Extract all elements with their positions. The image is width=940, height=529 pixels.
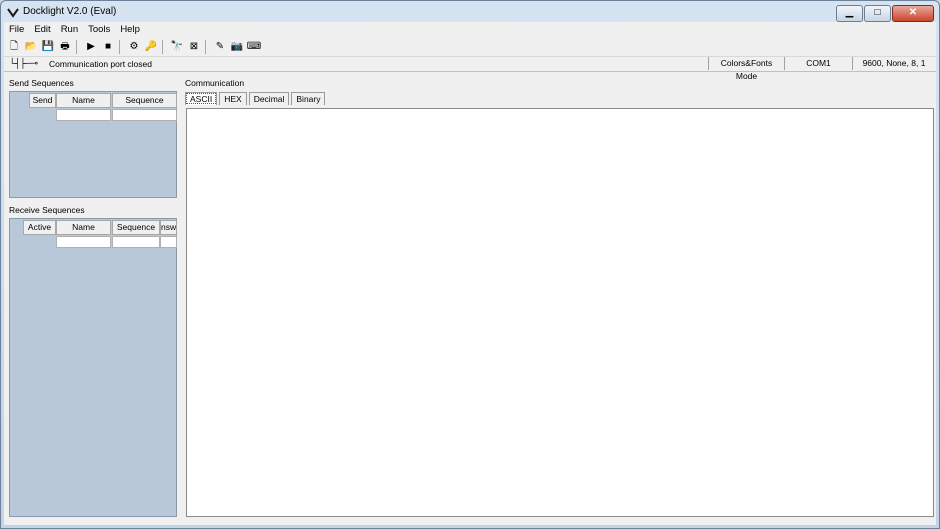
receive-sequence-cell[interactable]: [112, 236, 160, 248]
print-icon[interactable]: 🖶: [58, 40, 72, 54]
maximize-icon: □: [874, 7, 881, 18]
close-icon: ✕: [908, 7, 918, 18]
tab-decimal[interactable]: Decimal: [248, 92, 290, 105]
port-status-text: Communication port closed: [49, 59, 152, 69]
name-column-header[interactable]: Name: [56, 93, 111, 108]
menu-help[interactable]: Help: [115, 22, 145, 37]
tab-hex[interactable]: HEX: [219, 92, 247, 105]
answer-column-header[interactable]: nsw: [160, 220, 177, 235]
minimize-icon: ▁: [845, 7, 854, 18]
open-folder-icon[interactable]: 📂: [24, 40, 38, 54]
port-connection-icon: └┤├─⊸: [9, 58, 38, 68]
receive-sequences-label: Receive Sequences: [9, 205, 85, 215]
keyboard-icon[interactable]: ⌨: [247, 40, 261, 54]
maximize-button[interactable]: □: [864, 5, 891, 22]
send-column-header[interactable]: Send: [29, 93, 56, 108]
receive-name-cell[interactable]: [56, 236, 111, 248]
display-mode-panel: Colors&Fonts Mode: [708, 57, 784, 81]
window-bottom-border: [4, 518, 936, 525]
new-file-icon[interactable]: 🗋: [7, 40, 21, 54]
tab-ascii[interactable]: ASCII: [185, 92, 218, 105]
receive-sequences-grid[interactable]: Active Name Sequence nsw: [9, 218, 177, 517]
menu-edit[interactable]: Edit: [29, 22, 55, 37]
app-logo-icon: [7, 8, 19, 18]
minimize-button[interactable]: ▁: [836, 5, 863, 22]
send-name-cell[interactable]: [56, 109, 111, 121]
key-icon[interactable]: 🔑: [144, 40, 158, 54]
active-column-header[interactable]: Active: [23, 220, 56, 235]
menu-bar: File Edit Run Tools Help: [4, 22, 936, 37]
toolbar-separator: [205, 40, 206, 54]
snapshot-icon[interactable]: 📷: [230, 40, 244, 54]
send-sequences-grid[interactable]: Send Name Sequence: [9, 91, 177, 198]
communication-label: Communication: [185, 78, 245, 88]
settings-icon[interactable]: ⚙: [127, 40, 141, 54]
toolbar-separator: [76, 40, 77, 54]
send-sequences-label: Send Sequences: [9, 78, 74, 88]
communication-tabs: ASCII HEX Decimal Binary: [185, 92, 327, 106]
window-title: Docklight V2.0 (Eval): [23, 6, 117, 17]
edit-icon[interactable]: ✎: [213, 40, 227, 54]
tab-binary[interactable]: Binary: [291, 92, 326, 105]
menu-run[interactable]: Run: [56, 22, 83, 37]
communication-window[interactable]: [186, 108, 934, 517]
sequence-column-header[interactable]: Sequence: [112, 93, 177, 108]
name-column-header[interactable]: Name: [56, 220, 111, 235]
port-settings-panel: 9600, None, 8, 1: [852, 57, 935, 70]
menu-file[interactable]: File: [4, 22, 29, 37]
toolbar: 🗋 📂 💾 🖶 ▶ ■ ⚙ 🔑 🔭 ⊠ ✎ 📷 ⌨: [4, 38, 936, 57]
stop-icon[interactable]: ■: [101, 40, 115, 54]
port-panel: COM1: [784, 57, 852, 70]
save-icon[interactable]: 💾: [41, 40, 55, 54]
menu-tools[interactable]: Tools: [83, 22, 115, 37]
run-icon[interactable]: ▶: [84, 40, 98, 54]
close-button[interactable]: ✕: [892, 5, 934, 22]
find-icon[interactable]: 🔭: [170, 40, 184, 54]
sequence-column-header[interactable]: Sequence: [112, 220, 160, 235]
send-sequence-cell[interactable]: [112, 109, 177, 121]
clear-icon[interactable]: ⊠: [187, 40, 201, 54]
toolbar-separator: [162, 40, 163, 54]
receive-answer-cell[interactable]: [160, 236, 177, 248]
main-window: Docklight V2.0 (Eval) ▁ □ ✕ File Edit Ru…: [0, 0, 940, 529]
client-area: File Edit Run Tools Help 🗋 📂 💾 🖶 ▶ ■ ⚙ 🔑…: [4, 22, 936, 525]
toolbar-separator: [119, 40, 120, 54]
title-bar[interactable]: Docklight V2.0 (Eval) ▁ □ ✕: [1, 1, 939, 23]
status-bar: └┤├─⊸ Communication port closed Colors&F…: [4, 57, 936, 81]
